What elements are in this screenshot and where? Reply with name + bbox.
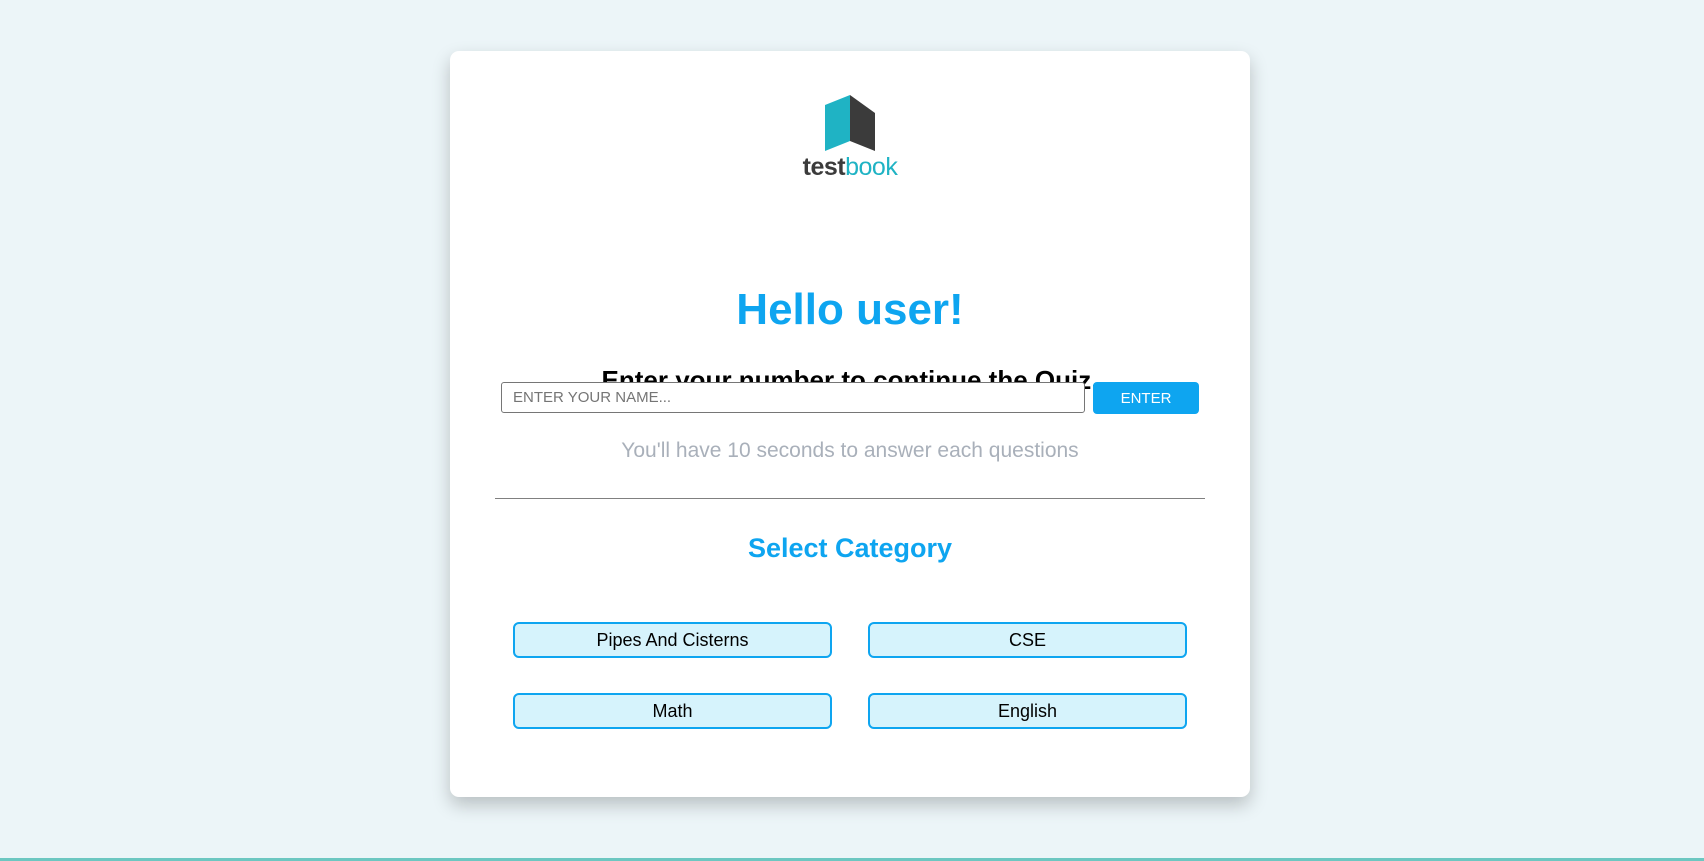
logo-wordmark: testbook xyxy=(450,153,1250,181)
logo-text-book: book xyxy=(845,153,898,181)
greeting-heading: Hello user! xyxy=(736,285,964,334)
category-button-math[interactable]: Math xyxy=(513,693,832,729)
name-input[interactable] xyxy=(501,382,1085,413)
category-button-pipes-and-cisterns[interactable]: Pipes And Cisterns xyxy=(513,622,832,658)
category-button-english[interactable]: English xyxy=(868,693,1187,729)
category-title: Select Category xyxy=(747,533,953,563)
category-button-cse[interactable]: CSE xyxy=(868,622,1187,658)
timer-hint: You'll have 10 seconds to answer each qu… xyxy=(621,439,1079,462)
divider xyxy=(495,498,1205,499)
quiz-card: testbook Hello user! Enter your number t… xyxy=(450,51,1250,797)
testbook-book-icon xyxy=(825,95,875,151)
enter-button[interactable]: ENTER xyxy=(1093,382,1199,414)
testbook-logo: testbook xyxy=(450,95,1250,181)
logo-text-test: test xyxy=(802,153,846,181)
